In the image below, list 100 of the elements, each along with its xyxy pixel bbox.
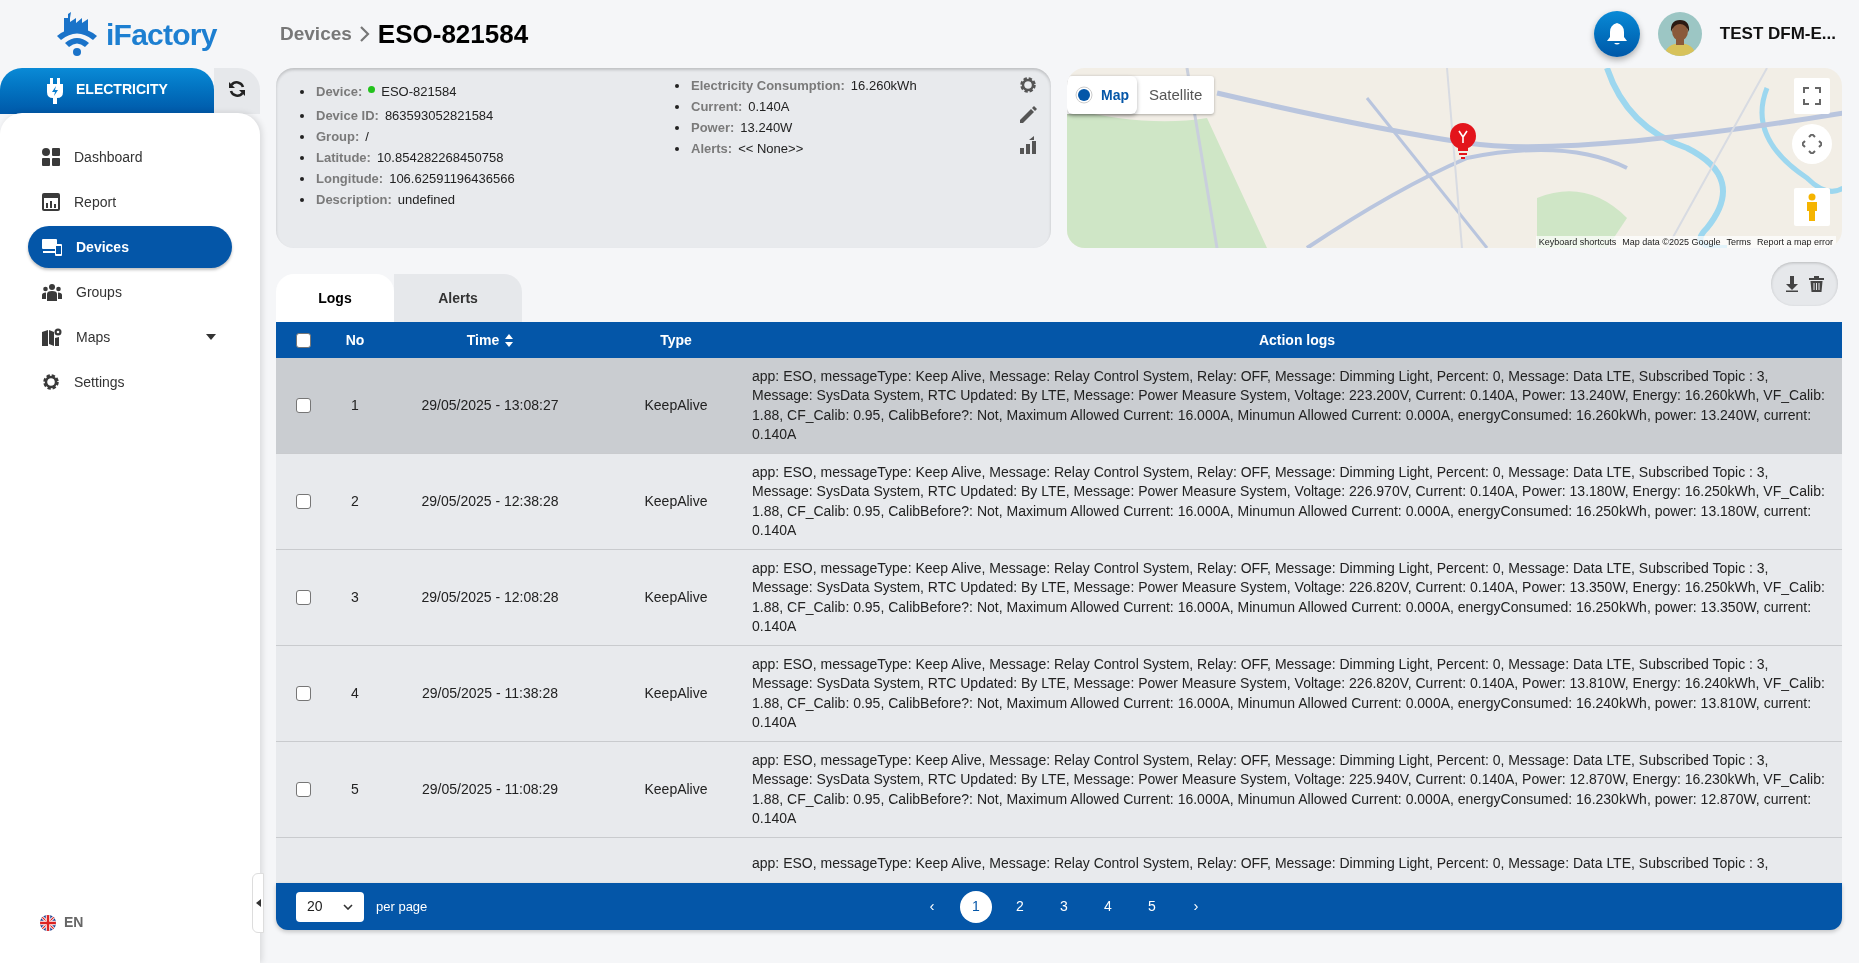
map-icon: [42, 328, 62, 346]
page-button[interactable]: 5: [1136, 890, 1168, 923]
nav-item[interactable]: Maps: [28, 316, 232, 358]
attribution-link[interactable]: Report a map error: [1756, 236, 1833, 248]
caret-icon: [255, 899, 261, 907]
sort-icon[interactable]: [505, 333, 514, 347]
settings-icon[interactable]: [1019, 76, 1037, 94]
page-button[interactable]: 4: [1092, 890, 1124, 923]
page-button[interactable]: 3: [1048, 890, 1080, 923]
bar-chart-icon[interactable]: [1019, 136, 1037, 154]
map-marker-icon[interactable]: [1449, 123, 1477, 161]
checkbox[interactable]: [295, 494, 311, 509]
bell-icon: [1605, 22, 1628, 46]
nav-item[interactable]: Groups: [28, 271, 232, 313]
settings-icon: [42, 373, 60, 391]
table-cell-text: 2: [351, 492, 359, 511]
checkbox[interactable]: [295, 332, 311, 348]
field-value: 13.240W: [740, 119, 793, 137]
table-cell-text: KeepAlive: [644, 396, 708, 415]
table-cell-text: 4: [351, 684, 359, 703]
table-cell-text: KeepAlive: [644, 780, 708, 799]
checkbox[interactable]: [295, 398, 311, 413]
page-button[interactable]: 1: [960, 890, 992, 923]
field-label: Group:: [316, 128, 360, 146]
bullet-icon: [300, 113, 304, 118]
page-size-select[interactable]: 20: [296, 891, 364, 922]
attribution-link[interactable]: Map data ©2025 Google: [1622, 236, 1721, 248]
table-cell-text: 1: [351, 396, 359, 415]
download-icon[interactable]: [1785, 276, 1799, 292]
logo-text: iFactory: [106, 16, 217, 53]
pencil-icon[interactable]: [1019, 106, 1037, 124]
nav-item[interactable]: Devices: [28, 226, 232, 268]
notification-button[interactable]: [1593, 11, 1640, 57]
next-page-button[interactable]: ›: [1180, 890, 1212, 923]
field-value: /: [365, 128, 369, 146]
column-header: No: [345, 330, 365, 350]
map-type-button[interactable]: Map: [1067, 76, 1137, 114]
user-name[interactable]: TEST DFM-E...: [1719, 21, 1836, 47]
table-cell-text: KeepAlive: [644, 588, 708, 607]
bullet-icon: [675, 146, 679, 151]
field-label: Alerts:: [691, 140, 733, 158]
trash-icon[interactable]: [1809, 276, 1824, 292]
field-label: Current:: [691, 98, 743, 116]
field-value: 863593052821584: [384, 107, 494, 125]
language-selector[interactable]: EN: [64, 912, 84, 933]
table-cell-text: 5: [351, 780, 359, 799]
column-header: Type: [660, 330, 692, 350]
table-cell-text: 29/05/2025 - 13:08:27: [421, 396, 559, 415]
breadcrumb-link[interactable]: Devices: [280, 19, 352, 49]
report-icon: [42, 193, 60, 211]
page-button[interactable]: 2: [1004, 890, 1036, 923]
checkbox[interactable]: [295, 686, 311, 701]
table-cell-text: app: ESO, messageType: Keep Alive, Message: Relay Control System, Relay: OFF, Message: Dimming Light, Percent: 0, Message: Data LTE, Subscribed Topic : 3, Message: SysData System, RTC Updated: By LTE, Message: Power Measure System, Voltage: 226.820V, Current: 0.140A, Power: 13.350W, Energy: 16.250kWh, VF_Calib: 1.88, CF_Calib: 0.95, CalibBefore?: Not, Maximum Allowed Current: 16.000A, Minumun Allowed Current: 0.000A, energyConsumed: 16.250kWh, power: 13.350W, current: 0.140A: [752, 558, 1826, 636]
tab[interactable]: Logs: [276, 274, 394, 322]
fullscreen-button[interactable]: [1794, 78, 1830, 114]
field-label: Longitude:: [316, 170, 384, 188]
flag-icon: [40, 914, 56, 931]
nav-item[interactable]: Report: [28, 181, 232, 223]
field-value: undefined: [397, 191, 455, 209]
nav-item[interactable]: Settings: [28, 361, 232, 403]
devices-icon: [42, 238, 62, 256]
table-cell-text: KeepAlive: [644, 492, 708, 511]
previous-page-button[interactable]: ‹: [916, 890, 948, 923]
field-value: 10.854282268450758: [376, 149, 504, 167]
table-cell-text: app: ESO, messageType: Keep Alive, Message: Relay Control System, Relay: OFF, Message: Dimming Light, Percent: 0, Message: Data LTE, Subscribed Topic : 3, Message: SysData System, RTC Updated: By LTE, Message: Power Measure System, Voltage: 226.820V, Current: 0.140A, Power: 13.810W, Energy: 16.240kWh, VF_Calib: 1.88, CF_Calib: 0.95, CalibBefore?: Not, Maximum Allowed Current: 16.000A, Minumun Allowed Current: 0.000A, energyConsumed: 16.240kWh, power: 13.810W, current: 0.140A: [752, 654, 1826, 732]
field-value: ESO-821584: [381, 83, 457, 101]
checkbox[interactable]: [295, 782, 311, 797]
field-value: 0.140A: [748, 98, 790, 116]
field-label: Power:: [691, 119, 735, 137]
table-cell-text: app: ESO, messageType: Keep Alive, Message: Relay Control System, Relay: OFF, Message: Dimming Light, Percent: 0, Message: Data LTE, Subscribed Topic : 3, Message: SysData System, RTC Updated: By LTE, Message: Power Measure System, Voltage: 225.940V, Current: 0.140A, Power: 12.870W, Energy: 16.230kWh, VF_Calib: 1.88, CF_Calib: 0.95, CalibBefore?: Not, Maximum Allowed Current: 16.000A, Minumun Allowed Current: 0.000A, energyConsumed: 16.230kWh, power: 12.870W, current: 0.140A: [752, 750, 1826, 828]
groups-icon: [42, 283, 62, 301]
field-label: Device:: [316, 83, 363, 101]
checkbox[interactable]: [295, 590, 311, 605]
table-cell-text: 29/05/2025 - 11:38:28: [422, 684, 558, 703]
module-tab[interactable]: ELECTRICITY: [0, 68, 214, 114]
collapse-handle[interactable]: [252, 873, 264, 933]
dashboard-icon: [42, 148, 60, 166]
map-type-button[interactable]: Satellite: [1137, 76, 1215, 114]
nav-item[interactable]: Dashboard: [28, 136, 232, 178]
table-cell-text: app: ESO, messageType: Keep Alive, Message: Relay Control System, Relay: OFF, Message: Dimming Light, Percent: 0, Message: Data LTE, Subscribed Topic : 3, Message: SysData System, RTC Updated: By LTE, Message: Power Measure System, Voltage: 226.970V, Current: 0.140A, Power: 13.180W, Energy: 16.250kWh, VF_Calib: 1.88, CF_Calib: 0.95, CalibBefore?: Not, Maximum Allowed Current: 16.000A, Minumun Allowed Current: 0.000A, energyConsumed: 16.250kWh, power: 13.180W, current: 0.140A: [752, 462, 1826, 540]
table-row[interactable]: [276, 358, 1842, 454]
module-label: ELECTRICITY: [76, 80, 168, 99]
refresh-icon[interactable]: [228, 80, 246, 98]
field-value: 16.260kWh: [850, 77, 917, 95]
attribution-link[interactable]: Terms: [1726, 236, 1751, 248]
radio-icon: [1075, 86, 1093, 104]
field-label: Description:: [316, 191, 392, 209]
column-header[interactable]: Time: [466, 329, 500, 351]
chevron-icon: [343, 903, 353, 910]
table-cell-text: 29/05/2025 - 12:38:28: [421, 492, 559, 511]
avatar[interactable]: [1657, 12, 1702, 56]
field-value: << None>>: [738, 140, 804, 158]
bullet-icon: [300, 176, 304, 181]
bullet-icon: [300, 89, 304, 94]
bullet-icon: [300, 134, 304, 139]
person-icon: [1805, 193, 1819, 221]
page-title: ESO-821584: [377, 17, 529, 51]
tab[interactable]: Alerts: [394, 274, 522, 322]
move-icon: [1802, 134, 1822, 154]
attribution-link[interactable]: Keyboard shortcuts: [1538, 236, 1617, 248]
